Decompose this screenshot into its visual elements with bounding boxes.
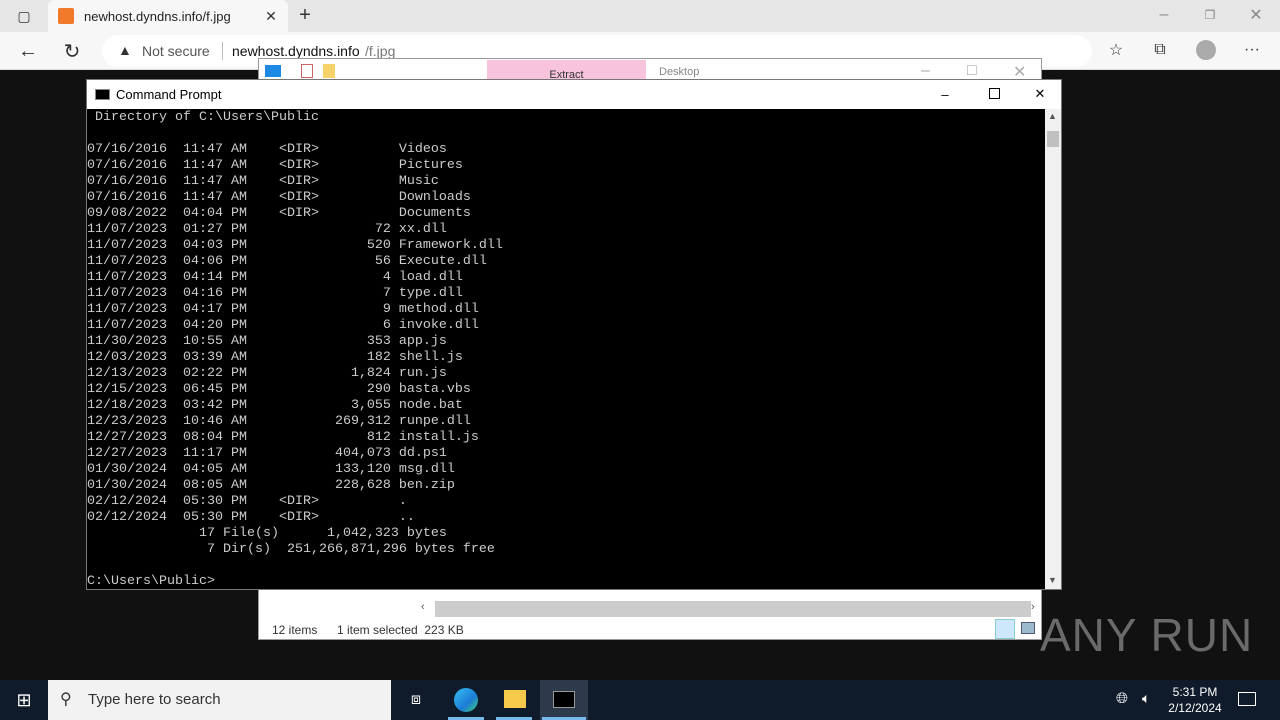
url-path: /f.jpg [365,43,396,59]
browser-tab-bar: ▢ newhost.dyndns.info/f.jpg ✕ + – ❐ ✕ [0,0,1280,32]
console-line: 02/12/2024 05:30 PM <DIR> . [87,494,407,509]
start-windows-icon[interactable]: ⊞ [14,690,34,710]
cmd-minimize-icon[interactable]: – [935,84,955,104]
console-line: 11/07/2023 04:17 PM 9 method.dll [87,302,479,317]
search-icon: ⚲ [60,691,72,708]
restore-icon[interactable]: ❐ [1200,5,1220,25]
console-line: 07/16/2016 11:47 AM <DIR> Videos [87,142,447,157]
edge-taskbar-icon[interactable] [442,680,490,720]
console-line: 11/07/2023 01:27 PM 72 xx.dll [87,222,447,237]
more-menu-icon[interactable]: ··· [1240,38,1264,62]
console-line: Directory of C:\Users\Public [87,110,319,125]
vertical-scrollbar[interactable]: ▲ ▼ [1045,109,1061,589]
cmd-title: Command Prompt [116,87,222,102]
console-line: 11/07/2023 04:06 PM 56 Execute.dll [87,254,487,269]
console-line: 07/16/2016 11:47 AM <DIR> Downloads [87,190,471,205]
explorer-title: Desktop [659,66,700,78]
console-line: 07/16/2016 11:47 AM <DIR> Pictures [87,158,463,173]
explorer-maximize-icon[interactable]: □ [967,62,977,80]
properties-icon[interactable] [301,64,313,78]
minimize-icon[interactable]: – [1154,5,1174,25]
network-icon[interactable]: 🌐︎ [1116,690,1128,707]
scroll-left-icon[interactable]: ‹ [421,601,425,613]
warning-icon: ▲ [118,42,132,58]
tab-title: newhost.dyndns.info/f.jpg [84,9,231,24]
anyrun-watermark: ANY RUN [1040,609,1254,661]
console-line: 09/08/2022 04:04 PM <DIR> Documents [87,206,471,221]
cmd-taskbar-icon[interactable] [540,680,588,720]
taskbar-search[interactable]: ⚲ Type here to search [48,680,391,720]
console-line: 7 Dir(s) 251,266,871,296 bytes free [87,542,495,557]
console-line: 11/07/2023 04:14 PM 4 load.dll [87,270,463,285]
close-window-icon[interactable]: ✕ [1246,5,1266,25]
console-line: 12/18/2023 03:42 PM 3,055 node.bat [87,398,463,413]
console-output[interactable]: Directory of C:\Users\Public 07/16/2016 1… [87,109,1045,589]
console-line: 07/16/2016 11:47 AM <DIR> Music [87,174,439,189]
console-line: 11/07/2023 04:16 PM 7 type.dll [87,286,463,301]
command-prompt-line: C:\Users\Public> [87,574,215,589]
console-line: 12/27/2023 08:04 PM 812 install.js [87,430,479,445]
console-line: 17 File(s) 1,042,323 bytes [87,526,447,541]
status-item-count: 12 items [272,623,318,637]
console-line: 01/30/2024 08:05 AM 228,628 ben.zip [87,478,455,493]
favicon-icon [58,8,74,24]
console-line: 12/13/2023 02:22 PM 1,824 run.js [87,366,447,381]
browser-tab[interactable]: newhost.dyndns.info/f.jpg ✕ [48,0,288,32]
console-line: 11/07/2023 04:20 PM 6 invoke.dll [87,318,479,333]
console-line: 11/07/2023 04:03 PM 520 Framework.dll [87,238,503,253]
large-icons-view-icon[interactable] [1021,622,1035,634]
back-icon[interactable]: ← [16,40,40,62]
favorites-icon[interactable]: ☆ [1104,38,1128,62]
console-line: 12/03/2023 03:39 AM 182 shell.js [87,350,463,365]
tab-actions-icon[interactable]: ▢ [12,6,36,26]
explorer-minimize-icon[interactable]: – [921,62,930,80]
command-prompt-window[interactable]: Command Prompt – ✕ Directory of C:\Users… [86,79,1062,590]
cmd-title-bar[interactable]: Command Prompt – ✕ [87,80,1061,109]
console-line: 01/30/2024 04:05 AM 133,120 msg.dll [87,462,455,477]
refresh-icon[interactable]: ↻ [60,40,84,63]
file-explorer-taskbar-icon[interactable] [490,680,538,720]
clock-date: 2/12/2024 [1168,701,1222,715]
new-tab-icon[interactable]: + [294,4,316,26]
close-tab-icon[interactable]: ✕ [262,7,280,25]
scroll-right-icon[interactable]: › [1031,601,1035,613]
console-line: 11/30/2023 10:55 AM 353 app.js [87,334,447,349]
clock-time: 5:31 PM [1172,685,1218,699]
status-selection: 1 item selected 223 KB [337,623,464,637]
profile-avatar[interactable] [1196,40,1216,60]
console-line: 12/15/2023 06:45 PM 290 basta.vbs [87,382,471,397]
console-line: 12/27/2023 11:17 PM 404,073 dd.ps1 [87,446,447,461]
search-placeholder: Type here to search [88,691,221,708]
clock[interactable]: 5:31 PM 2/12/2024 [1160,684,1230,716]
cmd-maximize-icon[interactable] [989,88,1000,99]
collections-icon[interactable]: ⧉ [1148,38,1172,62]
task-view-icon[interactable]: ⧈ [392,680,440,720]
details-view-icon[interactable] [995,619,1015,639]
scroll-thumb[interactable] [1047,131,1059,147]
volume-icon[interactable]: 🔈︎ [1142,690,1150,707]
cmd-app-icon [95,89,110,100]
explorer-app-icon [265,65,281,77]
console-line: 12/23/2023 10:46 AM 269,312 runpe.dll [87,414,471,429]
cmd-close-icon[interactable]: ✕ [1030,84,1050,104]
security-label[interactable]: Not secure [142,43,210,59]
console-line: 02/12/2024 05:30 PM <DIR> .. [87,510,415,525]
notifications-icon[interactable] [1238,692,1256,706]
url-host: newhost.dyndns.info [232,43,360,59]
new-folder-icon[interactable] [323,64,335,78]
divider [222,42,223,60]
horizontal-scrollbar[interactable] [435,601,1031,617]
